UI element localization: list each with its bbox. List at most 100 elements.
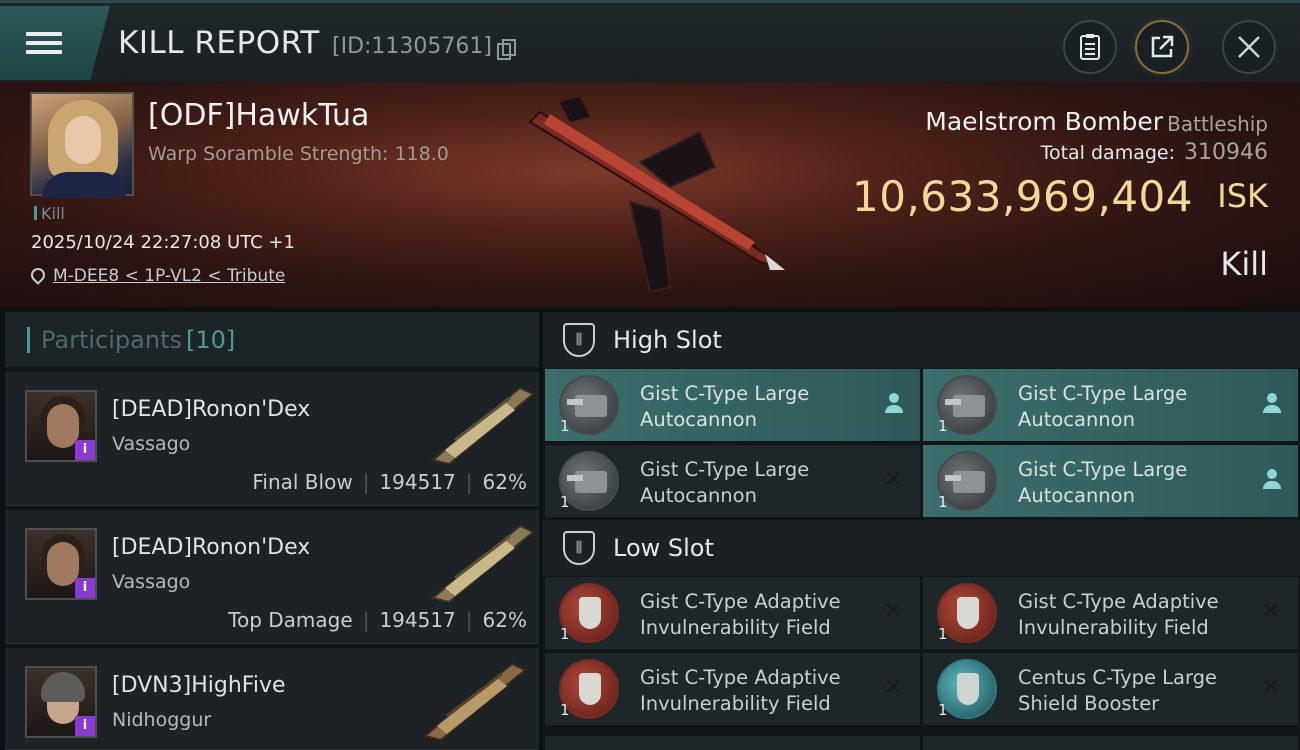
module-item-partial[interactable] bbox=[545, 736, 920, 750]
high-slot-label: High Slot bbox=[613, 326, 722, 354]
x-icon: ✕ bbox=[1261, 599, 1281, 624]
participant-damage: 194517 bbox=[379, 470, 456, 494]
isk-value: 10,633,969,404 bbox=[852, 172, 1193, 221]
participant-card[interactable]: i [DVN3]HighFive Nidhoggur bbox=[5, 648, 539, 750]
menu-icon bbox=[26, 27, 62, 59]
share-button[interactable] bbox=[1135, 20, 1189, 74]
location-text[interactable]: M-DEE8 < 1P-VL2 < Tribute bbox=[53, 266, 285, 286]
kill-id: [ID:11305761] bbox=[332, 34, 492, 59]
victim-portrait[interactable] bbox=[30, 92, 134, 198]
module-name: Gist C-Type Large Autocannon bbox=[640, 458, 810, 507]
total-damage-label: Total damage: bbox=[1040, 142, 1175, 164]
participants-panel[interactable]: Participants [10] i [DEAD]Ronon'Dex Vass… bbox=[5, 312, 539, 750]
x-icon: ✕ bbox=[883, 467, 903, 492]
report-button[interactable] bbox=[1063, 20, 1117, 74]
low-slot-label: Low Slot bbox=[613, 534, 714, 562]
kill-result: Kill bbox=[1220, 245, 1268, 283]
participant-ship: Vassago bbox=[112, 433, 191, 455]
corp-badge: i bbox=[75, 716, 95, 736]
participant-ship-image bbox=[422, 662, 527, 740]
module-name: Gist C-Type Adaptive Invulnerability Fie… bbox=[640, 590, 841, 639]
participants-count: [10] bbox=[185, 325, 236, 354]
participant-ship: Nidhoggur bbox=[112, 709, 212, 731]
module-qty: 1 bbox=[938, 701, 948, 719]
module-qty: 1 bbox=[938, 625, 948, 643]
participant-percent: 62% bbox=[482, 608, 527, 632]
participant-ship: Vassago bbox=[112, 571, 191, 593]
module-item[interactable]: 1 Gist C-Type Large Autocannon bbox=[545, 369, 920, 441]
corp-badge: i bbox=[75, 578, 95, 598]
participant-name[interactable]: [DEAD]Ronon'Dex bbox=[112, 535, 310, 560]
low-slot-header: ⫼ Low Slot bbox=[543, 520, 1300, 576]
module-qty: 1 bbox=[560, 701, 570, 719]
participant-stats: Final Blow | 194517 | 62% bbox=[252, 470, 527, 494]
x-icon: ✕ bbox=[883, 675, 903, 700]
participant-avatar[interactable]: i bbox=[25, 666, 97, 738]
page-title: KILL REPORT bbox=[118, 25, 320, 61]
module-item[interactable]: 1 Gist C-Type Adaptive Invulnerability F… bbox=[545, 577, 920, 649]
module-item[interactable]: 1 Gist C-Type Adaptive Invulnerability F… bbox=[545, 653, 920, 725]
victim-ship-name[interactable]: Maelstrom Bomber bbox=[925, 107, 1163, 136]
high-slot-header: ⫼ High Slot bbox=[543, 312, 1300, 368]
kill-location[interactable]: M-DEE8 < 1P-VL2 < Tribute bbox=[28, 265, 285, 286]
kill-tag: Kill bbox=[34, 204, 65, 223]
participants-header: Participants [10] bbox=[5, 312, 539, 367]
participant-ship-image bbox=[430, 524, 535, 602]
x-icon: ✕ bbox=[1261, 675, 1281, 700]
kill-datetime: 2025/10/24 22:27:08 UTC +1 bbox=[31, 232, 295, 253]
participant-name[interactable]: [DVN3]HighFive bbox=[112, 673, 286, 698]
module-name: Gist C-Type Large Autocannon bbox=[1018, 382, 1188, 431]
participant-stats: Top Damage | 194517 | 62% bbox=[228, 608, 527, 632]
module-name: Gist C-Type Large Autocannon bbox=[1018, 458, 1188, 507]
person-icon bbox=[1262, 393, 1282, 415]
module-item[interactable]: 1 Centus C-Type Large Shield Booster ✕ bbox=[923, 653, 1298, 725]
person-icon bbox=[1262, 469, 1282, 491]
person-icon bbox=[884, 393, 904, 415]
module-item-partial[interactable] bbox=[923, 736, 1298, 750]
participant-role: Top Damage bbox=[228, 608, 353, 632]
module-item[interactable]: 1 Gist C-Type Adaptive Invulnerability F… bbox=[923, 577, 1298, 649]
module-item[interactable]: 1 Gist C-Type Large Autocannon ✕ bbox=[545, 445, 920, 517]
victim-ship-class: Battleship bbox=[1167, 112, 1268, 136]
participant-percent: 62% bbox=[482, 470, 527, 494]
close-button[interactable] bbox=[1222, 20, 1276, 74]
participant-avatar[interactable]: i bbox=[25, 390, 97, 462]
participant-avatar[interactable]: i bbox=[25, 528, 97, 600]
low-slot-icon: ⫼ bbox=[563, 531, 595, 565]
warp-scramble-strength: Warp Soramble Strength: 118.0 bbox=[148, 143, 449, 165]
menu-button[interactable] bbox=[0, 6, 110, 80]
module-name: Gist C-Type Adaptive Invulnerability Fie… bbox=[1018, 590, 1219, 639]
module-item[interactable]: 1 Gist C-Type Large Autocannon bbox=[923, 369, 1298, 441]
participant-role: Final Blow bbox=[252, 470, 353, 494]
corp-badge: i bbox=[75, 440, 95, 460]
isk-unit: ISK bbox=[1217, 177, 1268, 215]
module-qty: 1 bbox=[938, 493, 948, 511]
clipboard-icon bbox=[1080, 34, 1100, 60]
participant-name[interactable]: [DEAD]Ronon'Dex bbox=[112, 397, 310, 422]
close-icon bbox=[1238, 36, 1260, 58]
module-name: Gist C-Type Adaptive Invulnerability Fie… bbox=[640, 666, 841, 715]
module-name: Centus C-Type Large Shield Booster bbox=[1018, 666, 1218, 715]
participant-card[interactable]: i [DEAD]Ronon'Dex Vassago Final Blow | 1… bbox=[5, 372, 539, 506]
victim-name[interactable]: [ODF]HawkTua bbox=[148, 98, 369, 133]
share-icon bbox=[1151, 35, 1174, 58]
location-pin-icon bbox=[28, 265, 48, 285]
module-qty: 1 bbox=[560, 417, 570, 435]
title-bar: KILL REPORT [ID:11305761] bbox=[0, 0, 1300, 82]
module-qty: 1 bbox=[560, 493, 570, 511]
victim-summary: [ODF]HawkTua Warp Soramble Strength: 118… bbox=[0, 82, 1300, 307]
high-slot-icon: ⫼ bbox=[563, 323, 595, 357]
fitting-panel[interactable]: ⫼ High Slot 1 Gist C-Type Large Autocann… bbox=[543, 312, 1300, 750]
x-icon: ✕ bbox=[883, 599, 903, 624]
module-qty: 1 bbox=[938, 417, 948, 435]
participants-label: Participants bbox=[41, 325, 182, 354]
total-damage-value: 310946 bbox=[1184, 140, 1268, 165]
participant-ship-image bbox=[430, 386, 535, 464]
copy-icon[interactable] bbox=[497, 39, 516, 60]
victim-ship-image bbox=[528, 97, 785, 292]
module-name: Gist C-Type Large Autocannon bbox=[640, 382, 810, 431]
participant-card[interactable]: i [DEAD]Ronon'Dex Vassago Top Damage | 1… bbox=[5, 510, 539, 644]
participant-damage: 194517 bbox=[379, 608, 456, 632]
module-item[interactable]: 1 Gist C-Type Large Autocannon bbox=[923, 445, 1298, 517]
module-qty: 1 bbox=[560, 625, 570, 643]
